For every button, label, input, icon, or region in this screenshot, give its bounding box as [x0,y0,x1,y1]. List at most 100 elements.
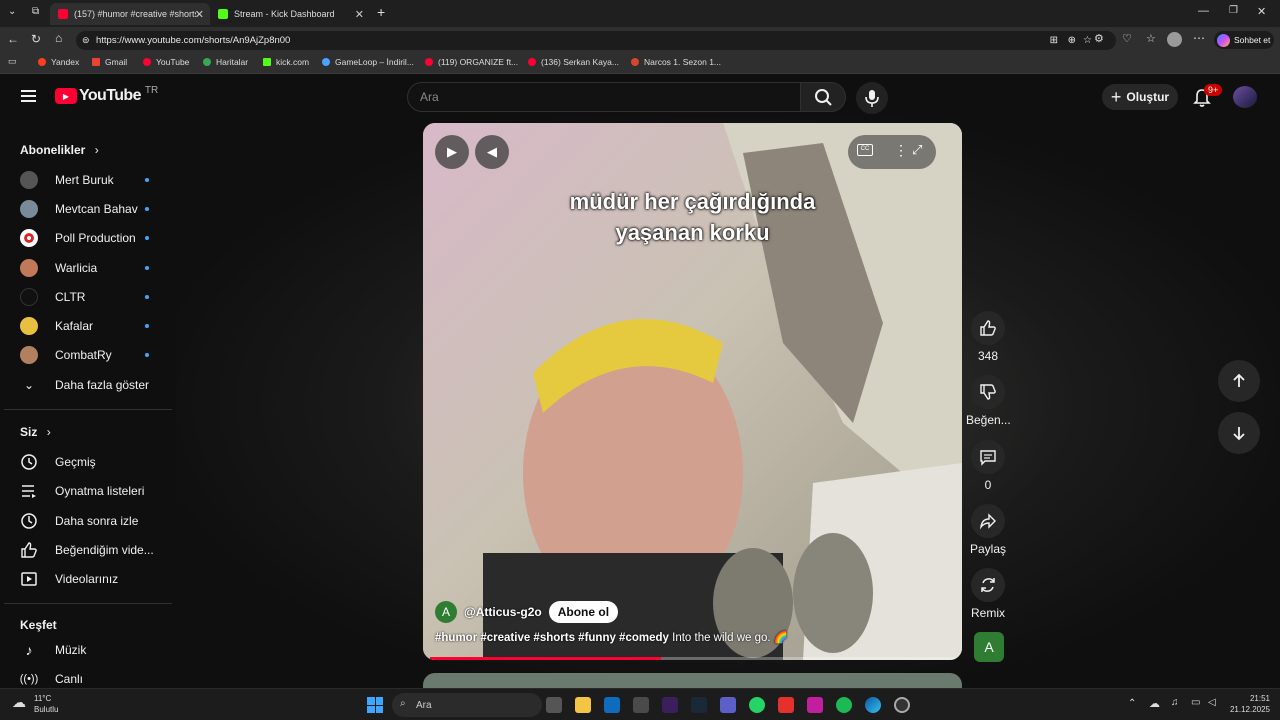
captions-icon[interactable]: CC [857,144,873,156]
next-short-preview[interactable] [423,673,962,688]
you-header[interactable]: Siz › [20,425,51,439]
clock-date[interactable]: 21.12.2025 [1222,705,1270,714]
notifications-button[interactable]: 9+ [1192,84,1223,113]
progress-bar[interactable] [430,657,955,660]
task-view-icon[interactable] [546,697,562,713]
volume-button[interactable]: ◀ [475,135,509,169]
voice-search-button[interactable] [856,82,888,114]
sidebar-item-live[interactable]: ((•)) Canlı [20,668,155,690]
like-button[interactable] [971,311,1005,345]
bookmark-kick[interactable]: kick.com [263,57,309,67]
back-icon[interactable]: ← [7,32,19,46]
copilot-button[interactable]: Sohbet et [1214,31,1274,49]
sidebar-item-poll-production[interactable]: Poll Production [20,227,155,249]
workspaces-icon[interactable]: ⧉ [32,6,39,17]
close-window-icon[interactable]: ✕ [1257,5,1266,18]
shorts-video-player[interactable]: müdür her çağırdığında yaşanan korku ▶ ◀… [423,123,962,660]
refresh-icon[interactable]: ↻ [31,32,41,46]
play-button[interactable]: ▶ [435,135,469,169]
steam-icon[interactable] [691,697,707,713]
share-button[interactable] [971,504,1005,538]
weather-widget[interactable]: ☁ [12,694,32,714]
account-avatar[interactable] [1233,86,1257,108]
dislike-button[interactable] [971,375,1005,409]
store-icon[interactable] [633,697,649,713]
sidebar-item-combatry[interactable]: CombatRy [20,344,155,366]
settings-app-icon[interactable] [894,697,910,713]
home-icon[interactable]: ⌂ [55,31,62,45]
sidebar-item-watch-later[interactable]: Daha sonra izle [20,510,155,532]
visual-studio-icon[interactable] [662,697,678,713]
channel-handle[interactable]: @Atticus-g2o [464,605,542,619]
show-more-button[interactable]: ⌄ Daha fazla göster [20,374,155,396]
whatsapp-icon[interactable] [749,697,765,713]
browser-essentials-icon[interactable]: ♡ [1122,32,1132,45]
hashtags[interactable]: #humor #creative #shorts #funny #comedy [435,632,669,644]
bookmark-gameloop[interactable]: GameLoop – İndiril... [322,57,414,67]
app-icon-red[interactable] [778,697,794,713]
clock-time[interactable]: 21:51 [1228,694,1270,703]
remix-action[interactable]: Remix [966,568,1010,620]
collections-icon[interactable]: ☆ [1146,32,1156,45]
channel-avatar[interactable]: A [435,601,457,623]
tab-menu-chevron-icon[interactable]: ⌄ [8,6,16,17]
sidebar-item-mevtcan-bahav[interactable]: Mevtcan Bahav [20,198,155,220]
bookmark-maps[interactable]: Haritalar [203,57,248,67]
sidebar-item-your-videos[interactable]: Videolarınız [20,568,155,590]
short-description[interactable]: #humor #creative #shorts #funny #comedy … [435,630,788,644]
youtube-logo[interactable]: ▶ YouTube TR [55,85,158,105]
bookmark-narcos[interactable]: Narcos 1. Sezon 1... [631,57,721,67]
sound-channel-thumbnail[interactable]: A [974,632,1004,662]
sidebar-item-music[interactable]: ♪ Müzik [20,639,155,661]
edge-icon[interactable] [865,697,881,713]
bookmark-gmail[interactable]: Gmail [92,57,127,67]
start-button[interactable] [367,697,383,713]
outlook-icon[interactable] [604,697,620,713]
restore-icon[interactable]: ❐ [1229,5,1238,16]
sidebar-item-warlicia[interactable]: Warlicia [20,257,155,279]
mic-tray-icon[interactable]: ♫ [1171,697,1179,708]
sidebar-item-kafalar[interactable]: Kafalar [20,315,155,337]
hamburger-menu-icon[interactable] [21,90,36,102]
like-action[interactable]: 348 [966,311,1010,363]
minimize-icon[interactable]: — [1198,5,1209,17]
taskbar-search[interactable]: ⌕ Ara [392,693,542,717]
onedrive-icon[interactable]: ☁ [1149,697,1160,710]
close-tab-icon[interactable]: ✕ [195,8,204,21]
more-menu-icon[interactable]: ⋯ [1193,31,1205,45]
more-options-icon[interactable]: ⋮ [894,142,908,159]
search-button[interactable] [800,82,846,112]
sidebar-toggle-icon[interactable]: ▭ [8,56,17,67]
subscribe-button[interactable]: Abone ol [548,601,619,623]
tab-kick-dashboard[interactable]: Stream - Kick Dashboard ✕ [210,3,370,25]
previous-short-button[interactable] [1218,360,1260,402]
comment-button[interactable] [971,440,1005,474]
search-input[interactable]: Ara [407,82,801,112]
teams-icon[interactable] [720,697,736,713]
dislike-action[interactable]: Beğen... [966,375,1011,427]
site-info-icon[interactable]: ⊜ [82,35,90,46]
bookmark-serkan-kaya[interactable]: (136) Serkan Kaya... [528,57,619,67]
next-short-button[interactable] [1218,412,1260,454]
bookmark-organize[interactable]: (119) ORGANIZE ft... [425,57,518,67]
subscriptions-header[interactable]: Abonelikler › [20,143,99,157]
sidebar-item-mert-buruk[interactable]: Mert Buruk [20,169,155,191]
address-bar[interactable]: ⊜ https://www.youtube.com/shorts/An9AjZp… [76,31,1116,50]
bookmark-youtube[interactable]: YouTube [143,57,189,67]
sidebar-item-playlists[interactable]: Oynatma listeleri [20,480,155,502]
sidebar-item-cltr[interactable]: CLTR [20,286,155,308]
favorite-star-icon[interactable]: ☆ [1083,35,1092,46]
spotify-icon[interactable] [836,697,852,713]
sidebar-item-liked-videos[interactable]: Beğendiğim vide... [20,539,155,561]
share-action[interactable]: Paylaş [966,504,1010,556]
app-available-icon[interactable]: ⊞ [1050,35,1058,46]
create-button[interactable]: + Oluştur [1102,84,1178,110]
zoom-icon[interactable]: ⊕ [1068,35,1076,46]
extensions-icon[interactable]: ⚙ [1094,32,1104,45]
fullscreen-icon[interactable]: ⤢ [912,142,922,158]
sidebar-item-history[interactable]: Geçmiş [20,451,155,473]
display-icon[interactable]: ▭ [1191,697,1200,708]
comment-action[interactable]: 0 [966,440,1010,492]
close-tab-icon[interactable]: ✕ [355,8,364,21]
bookmark-yandex[interactable]: Yandex [38,57,79,67]
